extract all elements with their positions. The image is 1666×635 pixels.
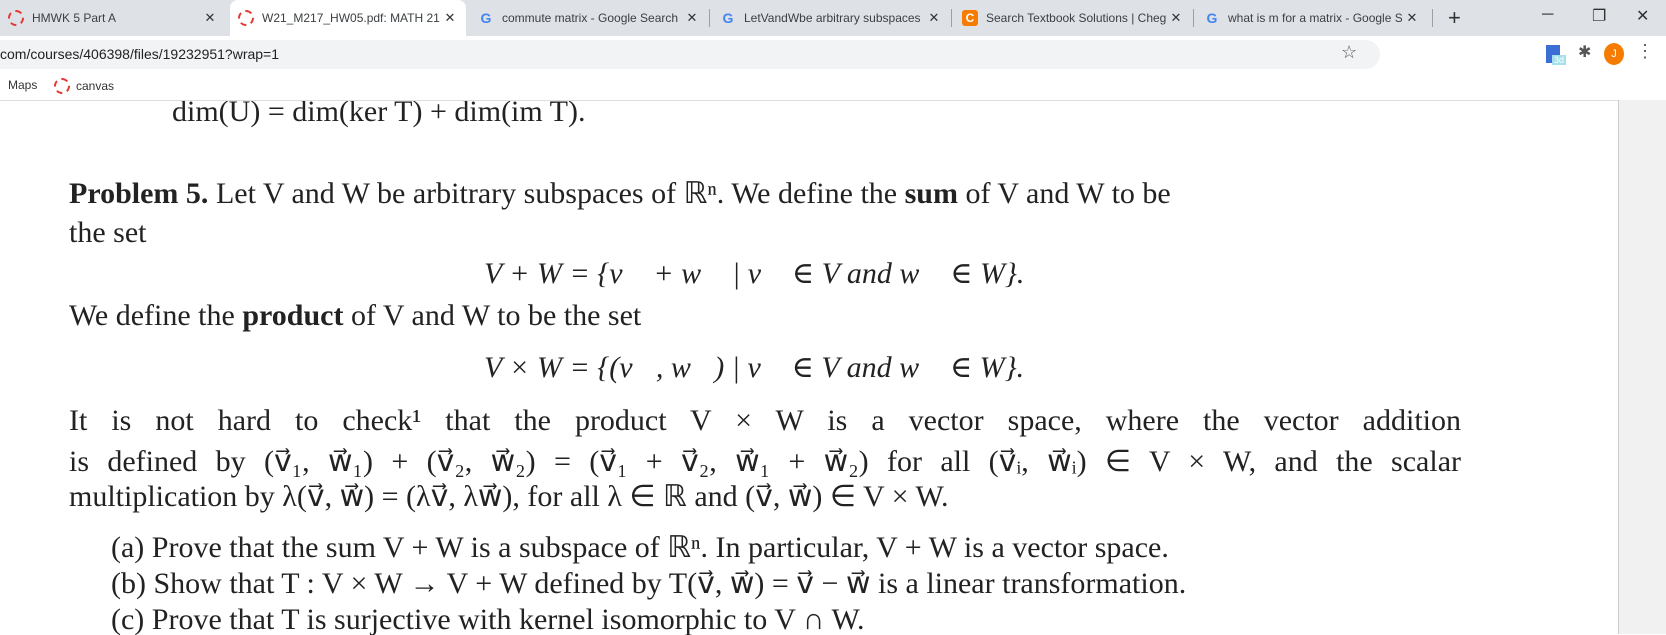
extensions-puzzle-icon[interactable]: ✱ <box>1578 42 1591 62</box>
canvas-icon <box>238 10 254 26</box>
bookmark-canvas[interactable]: canvas <box>54 78 114 94</box>
bookmark-star-icon[interactable]: ☆ <box>1341 42 1357 63</box>
equation-sum: V + W = {v⃗ + w⃗ | v⃗ ∈ V and w⃗ ∈ W}. <box>484 257 1025 290</box>
bookmark-maps[interactable]: Maps <box>8 78 37 92</box>
close-tab-icon[interactable]: ✕ <box>924 10 944 26</box>
close-window-button[interactable]: ✕ <box>1636 6 1649 26</box>
menu-kebab-icon[interactable]: ⋮ <box>1636 41 1654 62</box>
close-tab-icon[interactable]: ✕ <box>440 10 460 26</box>
google-icon: G <box>722 10 734 26</box>
tab-what-is-m[interactable]: G what is m for a matrix - Google Search… <box>1196 0 1428 36</box>
tab-chegg[interactable]: C Search Textbook Solutions | Chegg ✕ <box>954 0 1192 36</box>
chegg-icon: C <box>962 10 978 26</box>
close-tab-icon[interactable]: ✕ <box>1166 10 1186 26</box>
tab-hmwk5[interactable]: HMWK 5 Part A ✕ <box>0 0 226 36</box>
tab-commute-matrix[interactable]: G commute matrix - Google Search ✕ <box>470 0 708 36</box>
part-c: (c) Prove that T is surjective with kern… <box>111 603 865 635</box>
scrollbar[interactable] <box>1618 100 1666 634</box>
google-icon: G <box>480 10 492 26</box>
part-b: (b) Show that T : V × W → V + W defined … <box>111 567 1187 600</box>
extension-badge: 3d <box>1552 55 1567 65</box>
canvas-icon <box>54 78 70 94</box>
tab-letvandwbe[interactable]: G LetVandWbe arbitrary subspaces ✕ <box>712 0 950 36</box>
bookmarks-bar: Maps canvas <box>0 70 1666 100</box>
problem-5-line: Problem 5. Let V and W be arbitrary subs… <box>69 177 1171 210</box>
equation-dim: dim(U) = dim(ker T) + dim(im T). <box>172 100 586 128</box>
google-icon: G <box>1206 10 1218 26</box>
close-tab-icon[interactable]: ✕ <box>682 10 702 26</box>
equation-product: V × W = {(v⃗, w⃗) | v⃗ ∈ V and w⃗ ∈ W}. <box>484 351 1025 384</box>
part-a: (a) Prove that the sum V + W is a subspa… <box>111 531 1169 564</box>
close-tab-icon[interactable]: ✕ <box>1402 10 1422 26</box>
url-text[interactable]: com/courses/406398/files/19232951?wrap=1 <box>0 40 279 68</box>
avatar[interactable]: J <box>1604 43 1624 65</box>
pdf-viewer: dim(U) = dim(ker T) + dim(im T). Problem… <box>0 100 1618 635</box>
close-tab-icon[interactable]: ✕ <box>200 10 220 26</box>
restore-button[interactable]: ❐ <box>1592 6 1606 26</box>
minimize-button[interactable]: ─ <box>1542 6 1553 24</box>
tab-hw05-pdf[interactable]: W21_M217_HW05.pdf: MATH 217 ✕ <box>230 0 466 36</box>
new-tab-button[interactable]: + <box>1448 5 1461 31</box>
canvas-icon <box>8 10 24 26</box>
